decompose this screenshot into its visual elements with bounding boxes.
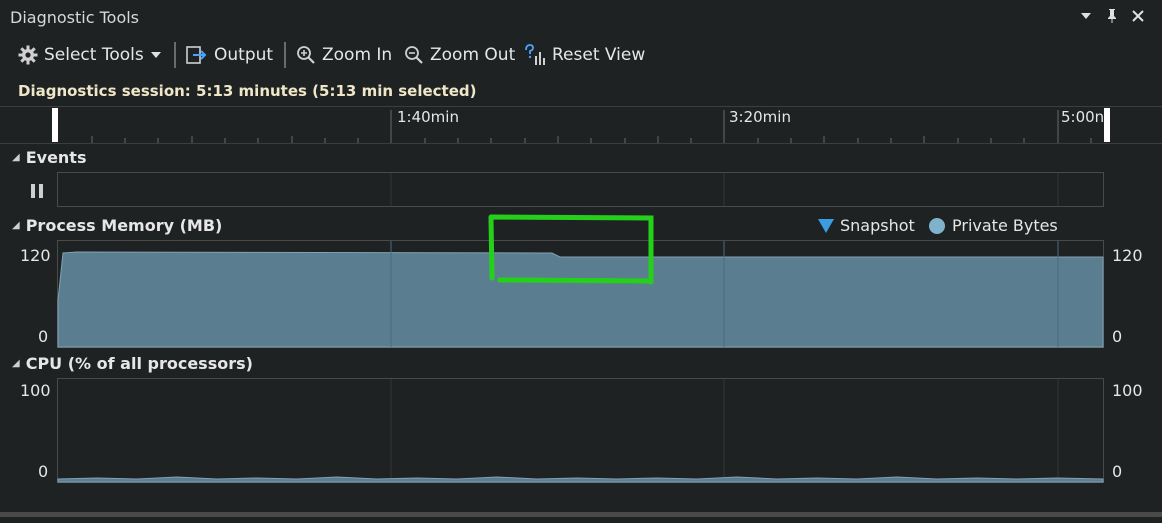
snapshot-triangle-icon: [818, 218, 834, 233]
cpu-section-header[interactable]: ◢ CPU (% of all processors): [12, 354, 253, 373]
memory-title: Process Memory (MB): [25, 216, 223, 235]
gear-icon: [18, 45, 38, 65]
selection-handle-left[interactable]: [52, 108, 58, 142]
reset-view-button[interactable]: Reset View: [524, 38, 645, 72]
cpu-y-min-right: 0: [1112, 462, 1123, 481]
divider: [0, 143, 1162, 144]
timeline-label: 1:40min: [397, 108, 459, 126]
legend-snapshot: Snapshot: [818, 216, 915, 235]
timeline-label: 3:20min: [729, 108, 791, 126]
window-title: Diagnostic Tools: [10, 8, 140, 27]
memory-y-min-left: 0: [38, 327, 49, 346]
collapse-triangle-icon: ◢: [12, 358, 20, 369]
toolbar-separator: [174, 42, 176, 68]
legend-snapshot-label: Snapshot: [840, 216, 915, 235]
output-label: Output: [214, 45, 274, 65]
events-section-header[interactable]: ◢ Events: [12, 148, 86, 167]
chevron-down-icon: [150, 52, 161, 58]
session-status: Diagnostics session: 5:13 minutes (5:13 …: [18, 82, 477, 100]
cpu-y-max-left: 100: [20, 381, 51, 400]
pause-icon: [31, 184, 43, 198]
title-bar: Diagnostic Tools: [0, 0, 1162, 34]
toolbar: Select Tools Output Zoom In Zoom Out Res…: [0, 38, 1162, 72]
toolbar-separator: [284, 42, 286, 68]
output-button[interactable]: Output: [186, 38, 273, 72]
reset-view-icon: [525, 44, 545, 65]
zoom-out-label: Zoom Out: [430, 45, 516, 65]
cpu-y-max-right: 100: [1112, 381, 1143, 400]
panel-bottom-border: [0, 512, 1162, 517]
zoom-in-icon: [297, 46, 315, 64]
events-title: Events: [25, 148, 87, 167]
select-tools-button[interactable]: Select Tools: [18, 38, 162, 72]
select-tools-label: Select Tools: [44, 45, 144, 65]
collapse-triangle-icon: ◢: [12, 220, 20, 231]
zoom-out-icon: [405, 46, 423, 64]
window-menu-dropdown-icon[interactable]: [1076, 6, 1096, 26]
events-track[interactable]: [57, 172, 1105, 208]
cpu-graph[interactable]: [57, 378, 1105, 484]
pin-icon[interactable]: [1102, 6, 1122, 26]
timeline-label: 5:00n: [1061, 108, 1105, 126]
selection-handle-right[interactable]: [1104, 108, 1110, 142]
zoom-out-button[interactable]: Zoom Out: [404, 38, 515, 72]
cpu-title: CPU (% of all processors): [25, 354, 253, 373]
close-icon[interactable]: [1128, 6, 1148, 26]
cpu-y-min-left: 0: [38, 462, 49, 481]
memory-section-header[interactable]: ◢ Process Memory (MB): [12, 216, 222, 235]
zoom-in-label: Zoom In: [322, 45, 393, 65]
memory-y-max-right: 120: [1112, 246, 1143, 265]
private-bytes-dot-icon: [929, 217, 945, 234]
output-icon: [186, 46, 207, 64]
highlight-annotation: [488, 214, 654, 285]
zoom-in-button[interactable]: Zoom In: [296, 38, 392, 72]
memory-y-min-right: 0: [1112, 327, 1123, 346]
reset-view-label: Reset View: [552, 45, 646, 65]
collapse-triangle-icon: ◢: [12, 152, 20, 163]
memory-y-max-left: 120: [20, 246, 51, 265]
legend-private-bytes: Private Bytes: [928, 216, 1058, 235]
legend-private-bytes-label: Private Bytes: [952, 216, 1058, 235]
timeline-ruler[interactable]: [0, 106, 1162, 144]
pause-button[interactable]: [30, 183, 44, 203]
